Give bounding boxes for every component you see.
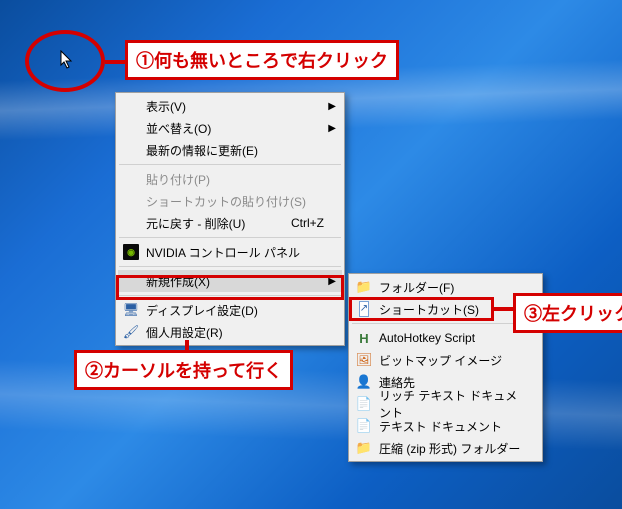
submenu-zip[interactable]: 📁 圧縮 (zip 形式) フォルダー <box>351 437 540 459</box>
menu-nvidia-label: NVIDIA コントロール パネル <box>146 244 300 261</box>
bitmap-icon: 🖼 <box>355 351 373 369</box>
separator <box>352 323 539 324</box>
nvidia-icon: ◉ <box>122 243 140 261</box>
submenu-shortcut-label: ショートカット(S) <box>379 301 479 318</box>
folder-icon: 📁 <box>355 278 373 296</box>
cursor-icon <box>60 50 74 70</box>
submenu-zip-label: 圧縮 (zip 形式) フォルダー <box>379 440 520 457</box>
menu-refresh-label: 最新の情報に更新(E) <box>146 142 258 159</box>
submenu-txt[interactable]: 📄 テキスト ドキュメント <box>351 415 540 437</box>
submenu-ahk-label: AutoHotkey Script <box>379 331 475 345</box>
menu-display-label: ディスプレイ設定(D) <box>146 302 258 319</box>
menu-paste-label: 貼り付け(P) <box>146 171 210 188</box>
submenu-txt-label: テキスト ドキュメント <box>379 418 502 435</box>
menu-view[interactable]: 表示(V) ▶ <box>118 95 342 117</box>
menu-sort-label: 並べ替え(O) <box>146 120 211 137</box>
menu-view-label: 表示(V) <box>146 98 186 115</box>
menu-nvidia[interactable]: ◉ NVIDIA コントロール パネル <box>118 241 342 263</box>
submenu-folder-label: フォルダー(F) <box>379 279 454 296</box>
chevron-right-icon: ▶ <box>328 276 336 287</box>
submenu-bmp-label: ビットマップ イメージ <box>379 352 502 369</box>
shortcut-icon: ↗ <box>355 300 373 318</box>
annotation-2: ②カーソルを持って行く <box>74 350 293 390</box>
menu-paste-shortcut-label: ショートカットの貼り付け(S) <box>146 193 306 210</box>
chevron-right-icon: ▶ <box>328 101 336 112</box>
separator <box>119 266 341 267</box>
menu-undo-key: Ctrl+Z <box>291 216 324 230</box>
rtf-icon: 📄 <box>355 395 373 413</box>
personalize-icon: 🖌 <box>122 323 140 341</box>
zip-icon: 📁 <box>355 439 373 457</box>
annotation-1: ①何も無いところで右クリック <box>125 40 399 80</box>
separator <box>119 164 341 165</box>
contact-icon: 👤 <box>355 373 373 391</box>
menu-paste-shortcut: ショートカットの貼り付け(S) <box>118 190 342 212</box>
submenu-folder[interactable]: 📁 フォルダー(F) <box>351 276 540 298</box>
chevron-right-icon: ▶ <box>328 123 336 134</box>
menu-undo[interactable]: 元に戻す - 削除(U) Ctrl+Z <box>118 212 342 234</box>
menu-undo-label: 元に戻す - 削除(U) <box>146 215 245 232</box>
menu-refresh[interactable]: 最新の情報に更新(E) <box>118 139 342 161</box>
separator <box>119 237 341 238</box>
menu-paste: 貼り付け(P) <box>118 168 342 190</box>
menu-new[interactable]: 新規作成(X) ▶ <box>118 270 342 292</box>
desktop-context-menu: 表示(V) ▶ 並べ替え(O) ▶ 最新の情報に更新(E) 貼り付け(P) ショート… <box>115 92 345 346</box>
annotation-3: ③左クリック <box>513 293 622 333</box>
menu-personalize-label: 個人用設定(R) <box>146 324 223 341</box>
txt-icon: 📄 <box>355 417 373 435</box>
submenu-rtf[interactable]: 📄リッチ テキスト ドキュメント <box>351 393 540 415</box>
separator <box>119 295 341 296</box>
annotation-3-connector <box>494 307 513 311</box>
menu-personalize[interactable]: 🖌 個人用設定(R) <box>118 321 342 343</box>
submenu-ahk[interactable]: H AutoHotkey Script <box>351 327 540 349</box>
menu-sort[interactable]: 並べ替え(O) ▶ <box>118 117 342 139</box>
menu-new-label: 新規作成(X) <box>146 273 210 290</box>
ahk-icon: H <box>355 329 373 347</box>
display-icon: 🖥 <box>122 301 140 319</box>
menu-display[interactable]: 🖥 ディスプレイ設定(D) <box>118 299 342 321</box>
annotation-1-connector <box>105 60 125 64</box>
submenu-bmp[interactable]: 🖼 ビットマップ イメージ <box>351 349 540 371</box>
